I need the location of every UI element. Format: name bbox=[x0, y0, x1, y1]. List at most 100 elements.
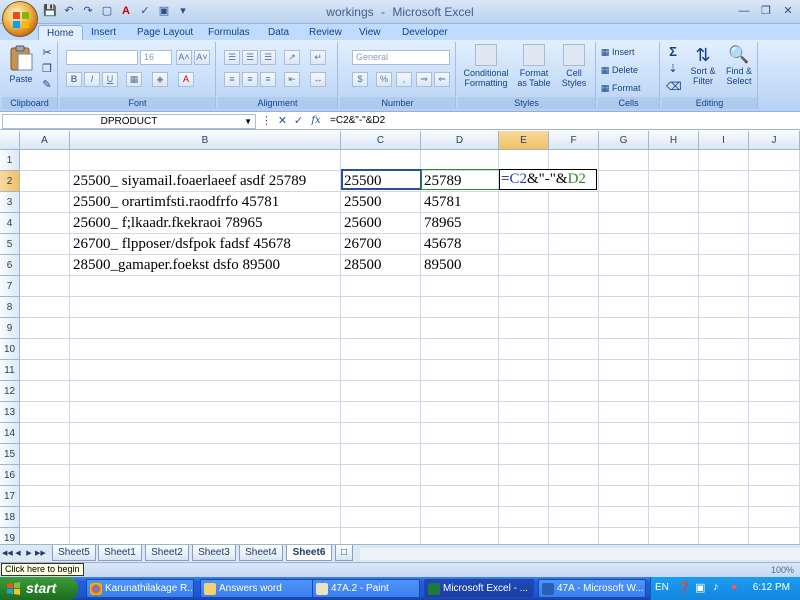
task-word[interactable]: 47A - Microsoft W... bbox=[538, 579, 646, 598]
cell-b6[interactable]: 28500_gamaper.foekst dsfo 89500 bbox=[70, 255, 341, 276]
close-icon[interactable]: ✕ bbox=[778, 2, 798, 20]
row-header-4[interactable]: 4 bbox=[0, 213, 20, 234]
column-header-f[interactable]: F bbox=[549, 131, 599, 150]
tab-page-layout[interactable]: Page Layout bbox=[137, 25, 193, 40]
align-right-icon[interactable]: ≡ bbox=[260, 72, 276, 87]
sheet-tab-sheet5[interactable]: Sheet5 bbox=[52, 545, 96, 561]
autosum-button[interactable]: Σ bbox=[666, 44, 680, 59]
row-header-9[interactable]: 9 bbox=[0, 318, 20, 339]
column-header-d[interactable]: D bbox=[421, 131, 499, 150]
next-sheet-icon[interactable]: ▶ bbox=[24, 547, 34, 560]
tab-view[interactable]: View bbox=[359, 25, 381, 40]
tab-data[interactable]: Data bbox=[268, 25, 289, 40]
horizontal-scrollbar[interactable] bbox=[360, 548, 800, 560]
find-select-button[interactable]: 🔍 Find & Select bbox=[722, 44, 756, 94]
row-header-1[interactable]: 1 bbox=[0, 150, 20, 171]
align-bottom-icon[interactable]: ☰ bbox=[260, 50, 276, 65]
insert-sheet-icon[interactable]: □ bbox=[335, 545, 353, 561]
sheet-tab-sheet6[interactable]: Sheet6 bbox=[286, 545, 332, 561]
row-header-16[interactable]: 16 bbox=[0, 465, 20, 486]
tab-developer[interactable]: Developer bbox=[402, 25, 448, 40]
row-header-8[interactable]: 8 bbox=[0, 297, 20, 318]
column-header-e[interactable]: E bbox=[499, 131, 549, 150]
font-name-box[interactable] bbox=[66, 50, 138, 65]
column-header-a[interactable]: A bbox=[20, 131, 70, 150]
expand-icon[interactable]: ⋮ bbox=[260, 113, 273, 129]
tab-insert[interactable]: Insert bbox=[91, 25, 116, 40]
sheet-tab-sheet3[interactable]: Sheet3 bbox=[192, 545, 236, 561]
cancel-icon[interactable]: ✕ bbox=[276, 113, 289, 129]
row-header-7[interactable]: 7 bbox=[0, 276, 20, 297]
cell-c6[interactable]: 28500 bbox=[341, 255, 421, 276]
select-all-corner[interactable] bbox=[0, 131, 20, 150]
cell-b3[interactable]: 25500_ orartimfsti.raodfrfo 45781 bbox=[70, 192, 341, 213]
enter-icon[interactable]: ✓ bbox=[292, 113, 305, 129]
column-header-i[interactable]: I bbox=[699, 131, 749, 150]
column-header-h[interactable]: H bbox=[649, 131, 699, 150]
copy-icon[interactable]: ❐ bbox=[40, 62, 54, 76]
zoom-level[interactable]: 100% bbox=[771, 565, 794, 575]
currency-button[interactable]: $ bbox=[352, 72, 368, 87]
grow-font-button[interactable]: A˄ bbox=[176, 50, 192, 65]
tray-security-icon[interactable]: ● bbox=[731, 581, 738, 593]
task-paint[interactable]: 47A.2 - Paint bbox=[312, 579, 420, 598]
tray-volume-icon[interactable]: ♪ bbox=[713, 581, 719, 593]
row-header-17[interactable]: 17 bbox=[0, 486, 20, 507]
column-header-g[interactable]: G bbox=[599, 131, 649, 150]
cell-c3[interactable]: 25500 bbox=[341, 192, 421, 213]
sheet-tab-sheet1[interactable]: Sheet1 bbox=[98, 545, 142, 561]
last-sheet-icon[interactable]: ▶▶ bbox=[35, 547, 46, 560]
row-header-10[interactable]: 10 bbox=[0, 339, 20, 360]
conditional-formatting-button[interactable]: Conditional Formatting bbox=[460, 44, 512, 94]
cell-b2[interactable]: 25500_ siyamail.foaerlaeef asdf 25789 bbox=[70, 171, 341, 192]
row-header-15[interactable]: 15 bbox=[0, 444, 20, 465]
merge-center-icon[interactable]: ↔ bbox=[310, 72, 326, 87]
tray-network-icon[interactable]: ▣ bbox=[695, 581, 705, 594]
align-top-icon[interactable]: ☰ bbox=[224, 50, 240, 65]
format-as-table-button[interactable]: Format as Table bbox=[514, 44, 554, 94]
name-box-dropdown-icon[interactable]: ▼ bbox=[244, 115, 252, 128]
increase-decimal-icon[interactable]: ⇒ bbox=[416, 72, 432, 87]
font-color-button[interactable]: A bbox=[178, 72, 194, 87]
percent-button[interactable]: % bbox=[376, 72, 392, 87]
row-header-3[interactable]: 3 bbox=[0, 192, 20, 213]
number-format-box[interactable]: General bbox=[352, 50, 450, 65]
row-header-5[interactable]: 5 bbox=[0, 234, 20, 255]
cell-d3[interactable]: 45781 bbox=[421, 192, 499, 213]
cell-d4[interactable]: 78965 bbox=[421, 213, 499, 234]
formula-input[interactable]: =C2&"-"&D2 bbox=[330, 115, 385, 126]
bold-button[interactable]: B bbox=[66, 72, 82, 87]
first-sheet-icon[interactable]: ◀◀ bbox=[2, 547, 13, 560]
align-left-icon[interactable]: ≡ bbox=[224, 72, 240, 87]
sheet-tab-sheet2[interactable]: Sheet2 bbox=[145, 545, 189, 561]
insert-cells-button[interactable]: Insert bbox=[612, 47, 656, 57]
cell-c5[interactable]: 26700 bbox=[341, 234, 421, 255]
tray-help-icon[interactable]: ❓ bbox=[677, 581, 691, 594]
row-header-6[interactable]: 6 bbox=[0, 255, 20, 276]
borders-icon[interactable]: ▦ bbox=[126, 72, 142, 87]
clear-icon[interactable]: ⌫ bbox=[666, 80, 682, 93]
italic-button[interactable]: I bbox=[84, 72, 100, 87]
task-answers-word[interactable]: Answers word bbox=[200, 579, 320, 598]
comma-button[interactable]: , bbox=[396, 72, 412, 87]
cell-b5[interactable]: 26700_ flpposer/dsfpok fadsf 45678 bbox=[70, 234, 341, 255]
format-cells-button[interactable]: Format bbox=[612, 83, 656, 93]
column-header-b[interactable]: B bbox=[70, 131, 341, 150]
tab-formulas[interactable]: Formulas bbox=[208, 25, 250, 40]
maximize-icon[interactable]: ❐ bbox=[756, 2, 776, 20]
wrap-text-icon[interactable]: ↵ bbox=[310, 50, 326, 65]
cut-icon[interactable]: ✂ bbox=[40, 46, 54, 60]
shrink-font-button[interactable]: A˅ bbox=[194, 50, 210, 65]
start-button[interactable]: start bbox=[0, 577, 78, 600]
indent-decrease-icon[interactable]: ⇤ bbox=[284, 72, 300, 87]
underline-button[interactable]: U bbox=[102, 72, 118, 87]
delete-cells-button[interactable]: Delete bbox=[612, 65, 656, 75]
align-center-icon[interactable]: ≡ bbox=[242, 72, 258, 87]
task-chrome[interactable]: Karunathilakage R... bbox=[86, 579, 194, 598]
font-size-box[interactable]: 16 bbox=[140, 50, 172, 65]
minimize-icon[interactable]: — bbox=[734, 2, 754, 20]
row-header-14[interactable]: 14 bbox=[0, 423, 20, 444]
cell-d6[interactable]: 89500 bbox=[421, 255, 499, 276]
name-box[interactable]: DPRODUCT ▼ bbox=[2, 114, 256, 129]
decrease-decimal-icon[interactable]: ⇐ bbox=[434, 72, 450, 87]
